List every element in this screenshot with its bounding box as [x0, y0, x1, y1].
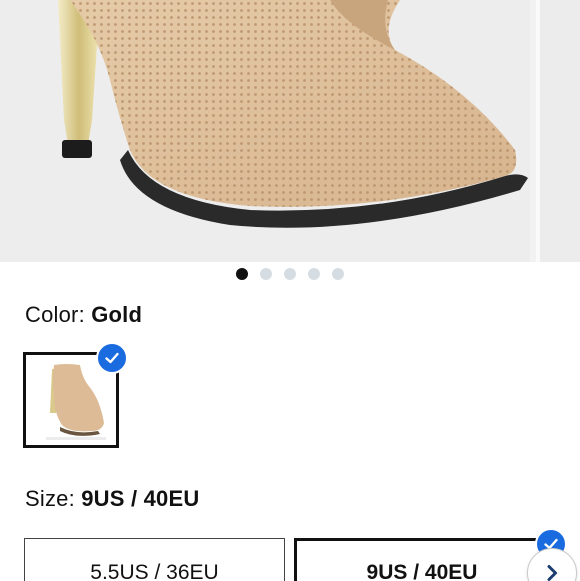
size-option-button-selected[interactable]: 9US / 40EU: [294, 538, 550, 581]
color-label: Color:: [25, 302, 85, 327]
carousel-pagination: [0, 268, 580, 282]
size-option-label: 5.5US / 36EU: [90, 561, 219, 581]
carousel-dot[interactable]: [332, 268, 344, 280]
chevron-right-icon: [547, 565, 557, 581]
carousel-dot[interactable]: [236, 268, 248, 280]
size-option-button[interactable]: 5.5US / 36EU: [24, 538, 285, 581]
color-heading: Color: Gold: [25, 302, 142, 328]
size-heading: Size: 9US / 40EU: [25, 486, 199, 512]
selected-check-badge: [96, 342, 128, 374]
next-slide-preview[interactable]: [536, 0, 580, 262]
size-label: Size:: [25, 486, 75, 511]
carousel-dot[interactable]: [260, 268, 272, 280]
size-option-label: 9US / 40EU: [366, 561, 478, 581]
color-value: Gold: [91, 302, 143, 327]
size-value: 9US / 40EU: [81, 486, 200, 511]
carousel-dot[interactable]: [284, 268, 296, 280]
product-image-carousel[interactable]: [0, 0, 580, 262]
carousel-dot[interactable]: [308, 268, 320, 280]
gold-bootie-image: [58, 0, 528, 228]
product-image[interactable]: [0, 0, 530, 262]
check-icon: [105, 352, 119, 364]
